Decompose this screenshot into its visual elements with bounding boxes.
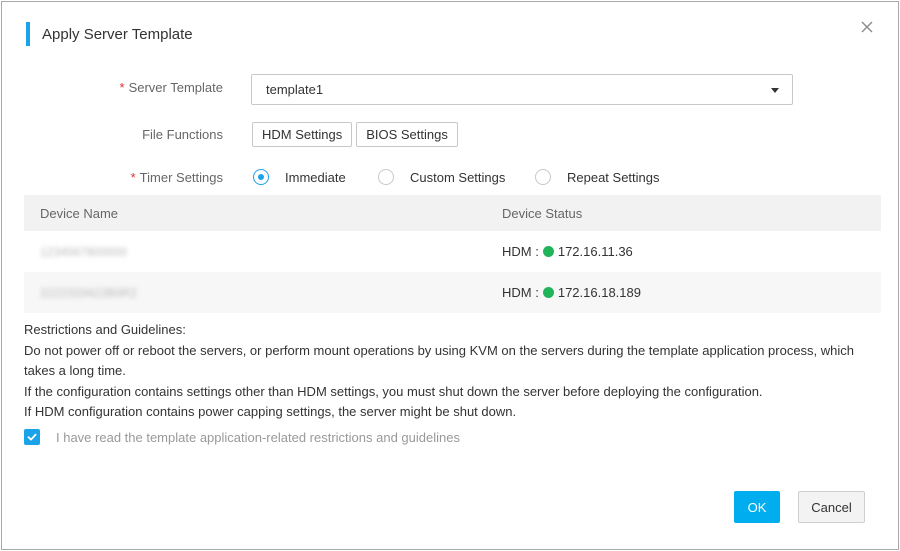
radio-circle — [378, 169, 394, 185]
title-accent-bar — [26, 22, 30, 46]
column-header-device-name: Device Name — [40, 205, 119, 221]
radio-custom-settings[interactable]: Custom Settings — [378, 169, 535, 185]
table-row: 2222333422B0R2 HDM : 172.16.18.189 — [24, 272, 881, 313]
server-template-label: * Server Template — [119, 80, 223, 95]
table-header: Device Name Device Status — [24, 195, 881, 231]
file-functions-label: File Functions — [142, 127, 223, 142]
ok-button[interactable]: OK — [734, 491, 780, 523]
cancel-button[interactable]: Cancel — [798, 491, 865, 523]
file-functions-row: File Functions HDM Settings BIOS Setting… — [2, 122, 462, 147]
status-online-icon — [542, 246, 554, 257]
device-name: 2222333422B0R2 — [40, 286, 137, 300]
confirm-row: I have read the template application-rel… — [24, 429, 460, 445]
guideline-line: If HDM configuration contains power capp… — [24, 404, 517, 419]
device-ip: 172.16.18.189 — [557, 285, 641, 300]
server-template-select[interactable]: template1 — [251, 74, 793, 105]
server-template-row: * Server Template — [2, 80, 223, 95]
dialog-title: Apply Server Template — [42, 25, 193, 43]
confirm-checkbox[interactable] — [24, 429, 40, 445]
close-button[interactable] — [858, 18, 876, 36]
radio-repeat-settings[interactable]: Repeat Settings — [535, 169, 660, 185]
device-status: HDM : 172.16.18.189 — [502, 285, 641, 300]
device-name: 1234567800000 — [40, 245, 127, 259]
server-template-value: template1 — [266, 82, 324, 97]
confirm-text: I have read the template application-rel… — [56, 429, 460, 445]
timer-settings-radio-group: Immediate Custom Settings Repeat Setting… — [253, 169, 660, 185]
status-online-icon — [542, 287, 554, 298]
device-ip: 172.16.11.36 — [557, 244, 633, 259]
radio-immediate[interactable]: Immediate — [253, 169, 378, 185]
timer-settings-row: * Timer Settings Immediate Custom Setting… — [2, 169, 660, 185]
file-functions-buttons: HDM Settings BIOS Settings — [252, 122, 462, 147]
required-mark: * — [119, 80, 125, 95]
apply-server-template-dialog: Apply Server Template * Server Template t… — [1, 1, 899, 550]
restrictions-guidelines: Restrictions and Guidelines: Do not powe… — [24, 320, 884, 423]
guideline-line: Do not power off or reboot the servers, … — [24, 342, 855, 379]
close-icon — [861, 21, 873, 33]
device-table: Device Name Device Status 1234567800000 … — [24, 195, 881, 313]
timer-settings-label: * Timer Settings — [130, 169, 223, 185]
column-header-device-status: Device Status — [502, 205, 583, 221]
guideline-line: If the configuration contains settings o… — [24, 383, 763, 399]
hdm-settings-button[interactable]: HDM Settings — [252, 122, 353, 147]
required-mark: * — [130, 169, 136, 185]
device-status: HDM : 172.16.11.36 — [502, 244, 633, 259]
checkmark-icon — [27, 433, 37, 441]
radio-circle-checked — [253, 169, 269, 185]
chevron-down-icon — [771, 88, 779, 93]
guidelines-title: Restrictions and Guidelines: — [24, 322, 186, 337]
table-row: 1234567800000 HDM : 172.16.11.36 — [24, 231, 881, 272]
dialog-title-bar: Apply Server Template — [26, 22, 193, 46]
bios-settings-button[interactable]: BIOS Settings — [356, 122, 458, 147]
radio-circle — [535, 169, 551, 185]
